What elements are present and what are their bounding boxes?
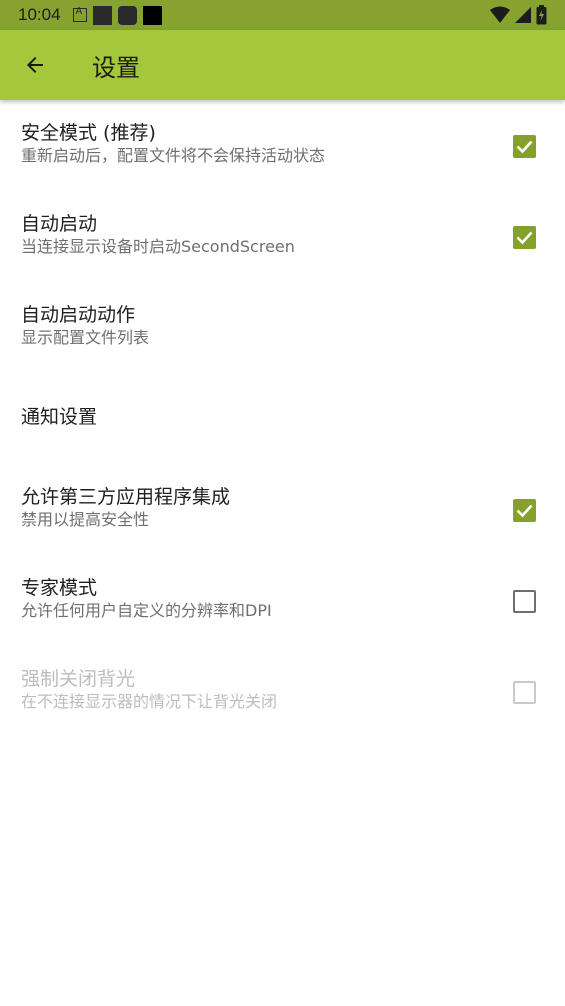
signal-icon (515, 7, 531, 23)
third-party-checkbox[interactable] (513, 499, 536, 522)
expert-mode-checkbox[interactable] (513, 590, 536, 613)
setting-title: 自动启动 (21, 213, 98, 235)
setting-summary: 重新启动后，配置文件将不会保持活动状态 (21, 146, 326, 165)
status-bar: 10:04 (0, 0, 565, 30)
android-notification-icon (72, 6, 87, 22)
back-button[interactable] (0, 30, 70, 100)
force-backlight-checkbox (513, 681, 536, 704)
setting-summary: 在不连接显示器的情况下让背光关闭 (21, 692, 278, 711)
setting-summary: 当连接显示设备时启动SecondScreen (21, 237, 295, 256)
setting-title: 安全模式 (推荐) (21, 122, 156, 144)
setting-summary: 显示配置文件列表 (21, 328, 150, 347)
system-icons (490, 5, 547, 25)
setting-safe-mode[interactable]: 安全模式 (推荐) 重新启动后，配置文件将不会保持活动状态 (0, 100, 565, 191)
notification-rounded-icon (117, 5, 137, 25)
notification-black-icon (142, 5, 162, 25)
setting-auto-start-action[interactable]: 自动启动动作 显示配置文件列表 (0, 282, 565, 373)
auto-start-checkbox[interactable] (513, 226, 536, 249)
setting-title: 自动启动动作 (21, 304, 136, 326)
check-icon (516, 504, 533, 518)
setting-title: 专家模式 (21, 577, 98, 599)
settings-list: 安全模式 (推荐) 重新启动后，配置文件将不会保持活动状态 自动启动 当连接显示… (0, 100, 565, 737)
setting-notifications[interactable]: 通知设置 (0, 373, 565, 464)
wifi-icon (490, 6, 510, 23)
setting-force-backlight-off: 强制关闭背光 在不连接显示器的情况下让背光关闭 (0, 646, 565, 737)
battery-charging-icon (536, 5, 547, 25)
check-icon (516, 231, 533, 245)
app-bar: 设置 (0, 30, 565, 100)
setting-summary: 允许任何用户自定义的分辨率和DPI (21, 601, 272, 620)
safe-mode-checkbox[interactable] (513, 135, 536, 158)
status-time: 10:04 (18, 5, 61, 24)
notification-icons (72, 5, 162, 25)
setting-auto-start[interactable]: 自动启动 当连接显示设备时启动SecondScreen (0, 191, 565, 282)
arrow-back-icon (27, 57, 43, 73)
setting-expert-mode[interactable]: 专家模式 允许任何用户自定义的分辨率和DPI (0, 555, 565, 646)
setting-title: 强制关闭背光 (21, 668, 136, 690)
check-icon (516, 140, 533, 154)
setting-summary: 禁用以提高安全性 (21, 510, 150, 529)
setting-title: 通知设置 (21, 406, 98, 428)
page-title: 设置 (92, 53, 140, 82)
setting-third-party-integration[interactable]: 允许第三方应用程序集成 禁用以提高安全性 (0, 464, 565, 555)
setting-title: 允许第三方应用程序集成 (21, 486, 231, 508)
notification-square-icon (92, 5, 112, 25)
